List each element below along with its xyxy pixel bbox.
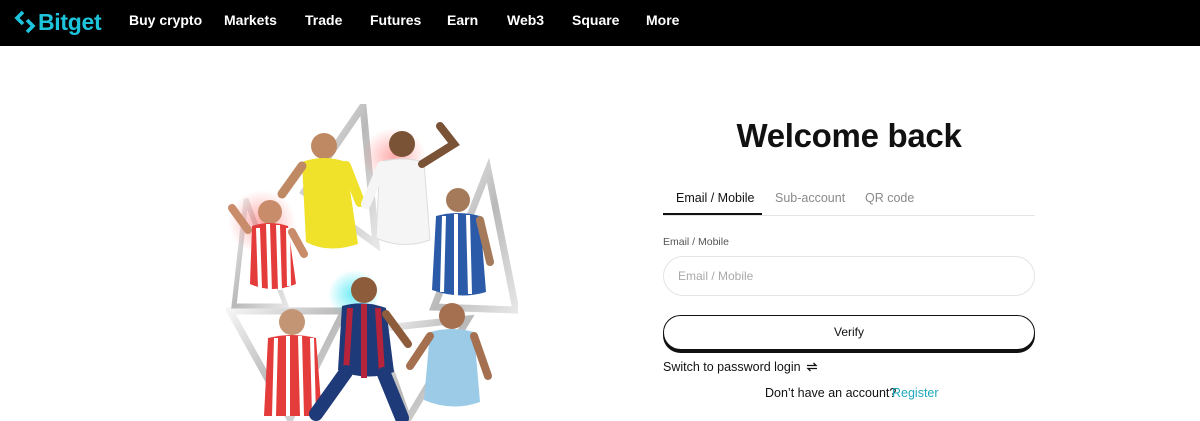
bitget-logo[interactable]: Bitget xyxy=(14,8,102,36)
nav-item-square[interactable]: Square xyxy=(572,12,619,28)
tab-sub-account[interactable]: Sub-account xyxy=(775,191,845,205)
tab-qr-code[interactable]: QR code xyxy=(865,191,914,205)
verify-button[interactable]: Verify xyxy=(663,315,1035,350)
nav-item-buy-crypto[interactable]: Buy crypto xyxy=(129,12,202,28)
register-link[interactable]: Register xyxy=(892,386,939,400)
nav-item-web3[interactable]: Web3 xyxy=(507,12,544,28)
login-method-tabs: Email / Mobile Sub-account QR code xyxy=(663,182,1035,216)
page-title: Welcome back xyxy=(736,117,962,154)
nav-item-more[interactable]: More xyxy=(646,12,679,28)
nav-item-markets[interactable]: Markets xyxy=(224,12,277,28)
tab-email-mobile[interactable]: Email / Mobile xyxy=(676,191,755,205)
top-nav-bar: Bitget Buy crypto Markets Trade Futures … xyxy=(0,0,1200,46)
brand-name: Bitget xyxy=(38,8,102,35)
email-mobile-label: Email / Mobile xyxy=(663,236,729,248)
email-mobile-input[interactable] xyxy=(663,256,1035,296)
nav-item-earn[interactable]: Earn xyxy=(447,12,478,28)
switch-to-password-login-link[interactable]: Switch to password login xyxy=(663,360,818,374)
swap-arrows-icon xyxy=(806,362,818,372)
nav-item-trade[interactable]: Trade xyxy=(305,12,342,28)
bitget-logo-icon xyxy=(14,10,36,34)
switch-login-label: Switch to password login xyxy=(663,360,801,374)
active-tab-indicator xyxy=(663,213,762,215)
no-account-text: Don’t have an account? xyxy=(765,386,897,400)
nav-item-futures[interactable]: Futures xyxy=(370,12,421,28)
football-players-promo-image xyxy=(226,104,518,421)
